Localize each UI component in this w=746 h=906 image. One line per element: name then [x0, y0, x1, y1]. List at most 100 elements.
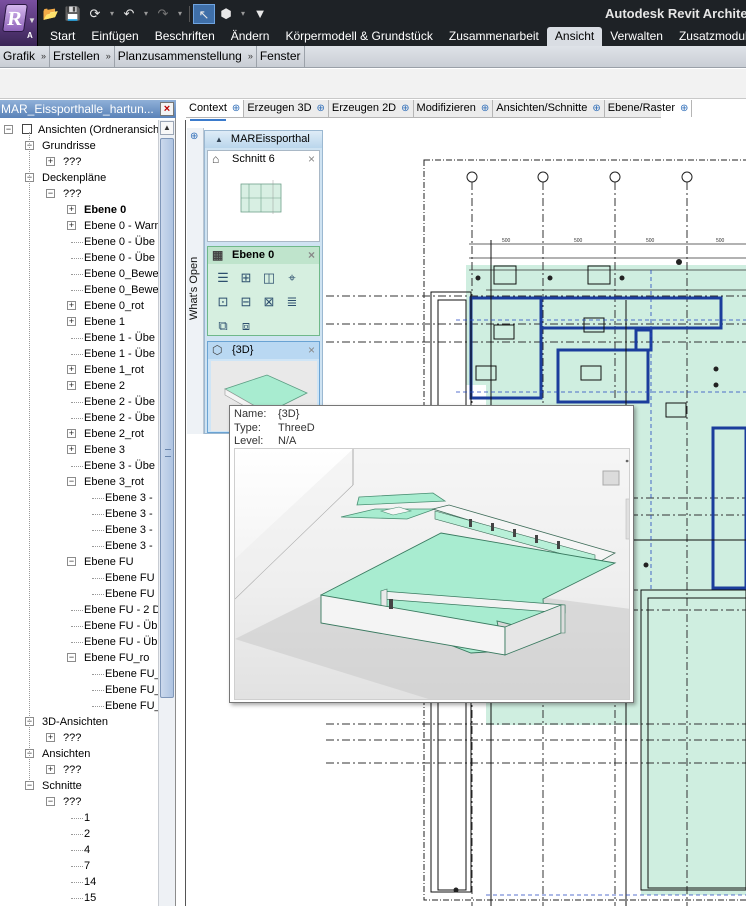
tree-item[interactable]: 14: [84, 874, 96, 890]
tab-erzeugen-2d[interactable]: Erzeugen 2D ⊕: [329, 100, 414, 117]
close-icon[interactable]: ×: [308, 247, 315, 264]
expand-icon[interactable]: +: [67, 301, 76, 310]
panel-planzusammenstellung[interactable]: Planzusammenstellung »: [115, 46, 257, 67]
tab-ansicht[interactable]: Ansicht: [546, 27, 603, 46]
tag-icon[interactable]: ⊞: [237, 269, 255, 287]
close-icon[interactable]: ×: [160, 102, 174, 116]
expand-icon[interactable]: +: [46, 733, 55, 742]
tree-item[interactable]: Ebene 1 - Übe: [84, 346, 155, 362]
collapse-icon[interactable]: −: [46, 797, 55, 806]
collapse-icon[interactable]: −: [67, 653, 76, 662]
tab-context[interactable]: Context ⊕: [186, 100, 245, 117]
undo-icon[interactable]: ↶: [118, 4, 140, 24]
tab-start[interactable]: Start: [42, 27, 83, 46]
tree-item[interactable]: 2: [84, 826, 90, 842]
collapse-icon[interactable]: −: [4, 125, 13, 134]
open-icon[interactable]: 📂: [40, 4, 62, 24]
pin-icon[interactable]: ⊕: [592, 100, 600, 117]
view-icon[interactable]: ◫: [260, 269, 278, 287]
tree-item[interactable]: Ebene FU_: [105, 666, 158, 682]
align-icon[interactable]: ⌖: [283, 269, 301, 287]
tree-item[interactable]: Ebene 3 -: [105, 490, 153, 506]
tree-item[interactable]: 15: [84, 890, 96, 906]
expand-icon[interactable]: +: [67, 381, 76, 390]
tree-item[interactable]: Ebene 1_rot: [84, 362, 144, 378]
tree-item[interactable]: Ebene 3: [84, 442, 125, 458]
tree-item[interactable]: Ebene 3 -: [105, 538, 153, 554]
3d-view-icon[interactable]: ⬢: [215, 4, 237, 24]
pin-icon[interactable]: ⊕: [190, 131, 198, 142]
pin-icon[interactable]: ⊕: [317, 100, 325, 117]
tree-item[interactable]: Ebene FU - Üb: [84, 634, 157, 650]
tree-item[interactable]: Ebene 0 - Übe: [84, 234, 155, 250]
collapse-icon[interactable]: −: [67, 557, 76, 566]
expand-icon[interactable]: +: [67, 365, 76, 374]
scroll-up-icon[interactable]: ▲: [160, 121, 174, 135]
expand-icon[interactable]: +: [46, 765, 55, 774]
tree-item[interactable]: Ebene 2 - Übe: [84, 410, 155, 426]
copy-icon[interactable]: ⧉: [214, 317, 232, 335]
tab-aendern[interactable]: Ändern: [223, 27, 278, 46]
tree-item[interactable]: ???: [63, 154, 81, 170]
customize-icon[interactable]: ▼: [249, 4, 271, 24]
vertical-scrollbar[interactable]: ▲: [158, 120, 175, 906]
panel-erstellen[interactable]: Erstellen »: [50, 46, 115, 67]
expand-icon[interactable]: +: [46, 157, 55, 166]
tree-item[interactable]: Ebene FU - Üb: [84, 618, 157, 634]
tree-item[interactable]: Ansichten: [42, 746, 90, 762]
expand-icon[interactable]: +: [67, 429, 76, 438]
camera-icon[interactable]: ⊠: [260, 293, 278, 311]
tree-item[interactable]: Ebene FU - 2 D: [84, 602, 158, 618]
tab-verwalten[interactable]: Verwalten: [602, 27, 671, 46]
tree-item[interactable]: Ebene 0_Bewe: [84, 266, 158, 282]
tree-item[interactable]: Schnitte: [42, 778, 82, 794]
pin-icon[interactable]: ⊕: [401, 100, 409, 117]
tab-koerpermodell[interactable]: Körpermodell & Grundstück: [277, 27, 440, 46]
tree-item[interactable]: Ebene 0: [84, 202, 126, 218]
expand-icon[interactable]: +: [67, 205, 76, 214]
tree-item[interactable]: ???: [63, 762, 81, 778]
list-icon[interactable]: ≣: [283, 293, 301, 311]
tab-modifizieren[interactable]: Modifizieren ⊕: [414, 100, 494, 117]
tree-item[interactable]: Ebene 0_rot: [84, 298, 144, 314]
tree-item[interactable]: 7: [84, 858, 90, 874]
view-card-ebene-0[interactable]: ▦ Ebene 0 × ☰ ⊞ ◫ ⌖ ⊡ ⊟ ⊠ ≣ ⧉ ⧈: [207, 246, 320, 336]
tree-item[interactable]: Ebene 1: [84, 314, 125, 330]
expand-icon[interactable]: +: [67, 221, 76, 230]
tab-erzeugen-3d[interactable]: Erzeugen 3D ⊕: [244, 100, 329, 117]
tree-item[interactable]: Ebene FU: [105, 586, 155, 602]
tab-einfuegen[interactable]: Einfügen: [83, 27, 146, 46]
grid-icon[interactable]: ⊡: [214, 293, 232, 311]
tab-ansichten-schnitte[interactable]: Ansichten/Schnitte ⊕: [493, 100, 605, 117]
tab-zusatzmodule[interactable]: Zusatzmodule: [671, 27, 746, 46]
tree-item[interactable]: 4: [84, 842, 90, 858]
chevron-down-icon[interactable]: ▾: [174, 4, 186, 24]
chevron-down-icon[interactable]: ▾: [140, 4, 152, 24]
save-icon[interactable]: 💾: [62, 4, 84, 24]
tree-item[interactable]: Ebene 3_rot: [84, 474, 144, 490]
paste-icon[interactable]: ⧈: [237, 317, 255, 335]
tree-item[interactable]: Ebene 0 - Übe: [84, 250, 155, 266]
view-card-schnitt-6[interactable]: ⌂ Schnitt 6 ×: [207, 150, 320, 242]
redo-icon[interactable]: ↷: [152, 4, 174, 24]
sync-icon[interactable]: ⟳: [84, 4, 106, 24]
pin-icon[interactable]: ⊕: [232, 100, 240, 117]
tree-item[interactable]: Ebene 0_Bewe: [84, 282, 158, 298]
close-icon[interactable]: ×: [308, 342, 315, 359]
chevron-down-icon[interactable]: ▾: [237, 4, 249, 24]
tree-item[interactable]: ???: [63, 186, 81, 202]
tab-beschriften[interactable]: Beschriften: [147, 27, 223, 46]
scroll-thumb[interactable]: [160, 138, 174, 698]
chevron-up-icon[interactable]: ▲: [215, 135, 223, 144]
tree-item[interactable]: Ebene 2: [84, 378, 125, 394]
pin-icon[interactable]: ⊕: [481, 100, 489, 117]
tab-zusammenarbeit[interactable]: Zusammenarbeit: [441, 27, 547, 46]
tree-item[interactable]: Ebene 2_rot: [84, 426, 144, 442]
collapse-icon[interactable]: −: [46, 189, 55, 198]
tree-item[interactable]: Ebene 3 -: [105, 522, 153, 538]
tab-ebene-raster[interactable]: Ebene/Raster ⊕: [605, 100, 693, 117]
expand-icon[interactable]: +: [67, 445, 76, 454]
tree-item[interactable]: Ebene 0 - Warm: [84, 218, 158, 234]
panel-fenster[interactable]: Fenster: [257, 46, 305, 67]
tree-item[interactable]: Ebene FU_ro: [84, 650, 149, 666]
